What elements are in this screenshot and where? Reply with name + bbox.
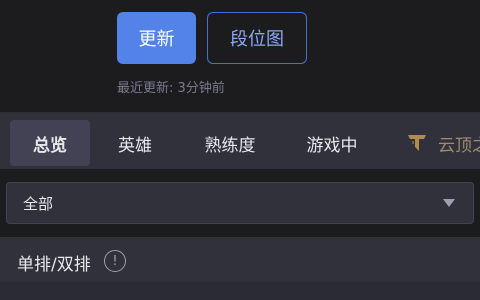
ranked-solo-title: 单排/双排 bbox=[17, 255, 91, 275]
last-update-text: 最近更新: 3分钟前 bbox=[117, 81, 225, 96]
queue-type-select[interactable]: 全部 bbox=[6, 182, 474, 224]
tab-champions-label: 英雄 bbox=[118, 135, 152, 156]
tab-overview[interactable]: 总览 bbox=[10, 120, 90, 166]
section-footer bbox=[0, 282, 480, 300]
tier-graph-button[interactable]: 段位图 bbox=[207, 12, 307, 64]
filter-row: 全部 bbox=[0, 169, 480, 237]
tab-mastery-label: 熟练度 bbox=[204, 135, 256, 156]
tab-bar: 总览 英雄 熟练度 游戏中 云顶之 bbox=[0, 113, 480, 169]
tab-overview-label: 总览 bbox=[33, 135, 67, 156]
tab-champions[interactable]: 英雄 bbox=[100, 120, 170, 166]
tab-mastery[interactable]: 熟练度 bbox=[190, 120, 270, 166]
tab-ingame[interactable]: 游戏中 bbox=[292, 120, 372, 166]
profile-header: 更新 段位图 最近更新: 3分钟前 bbox=[0, 0, 480, 112]
tab-ingame-label: 游戏中 bbox=[306, 135, 358, 156]
info-icon[interactable]: ! bbox=[104, 250, 126, 272]
chevron-down-icon bbox=[443, 199, 455, 207]
queue-type-select-value: 全部 bbox=[23, 194, 54, 213]
update-button-label: 更新 bbox=[138, 29, 175, 50]
tft-icon bbox=[406, 132, 428, 154]
update-button[interactable]: 更新 bbox=[117, 12, 196, 64]
tier-graph-button-label: 段位图 bbox=[230, 29, 284, 50]
tab-tft-label: 云顶之 bbox=[438, 135, 480, 156]
tab-tft[interactable]: 云顶之 bbox=[406, 120, 480, 166]
